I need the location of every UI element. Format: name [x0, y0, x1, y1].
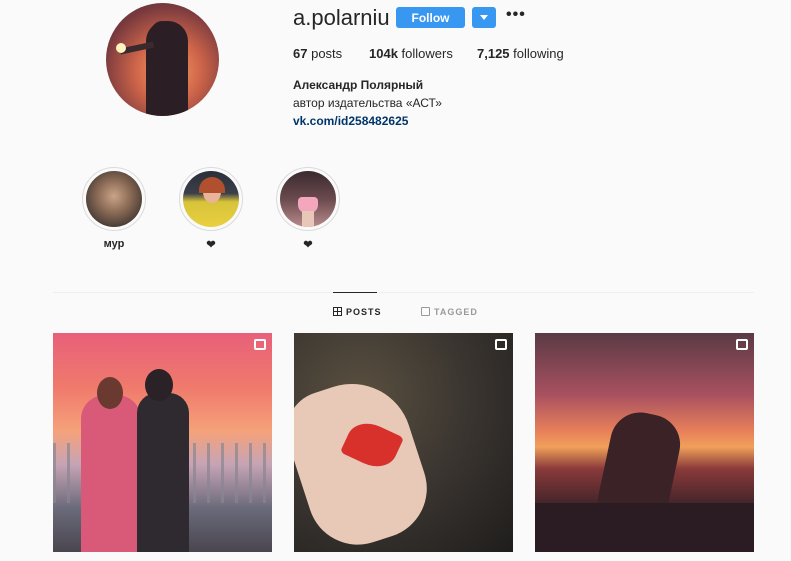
post-thumbnail[interactable]	[294, 333, 513, 552]
bio-text: автор издательства «АСТ»	[293, 96, 442, 110]
tag-icon	[421, 307, 430, 316]
highlight-cover	[280, 171, 336, 227]
highlight-cover	[86, 171, 142, 227]
active-tab-indicator	[333, 292, 377, 293]
following-label: following	[513, 46, 564, 61]
post-figure-woman	[81, 395, 141, 552]
post-figure-man	[137, 393, 189, 552]
chevron-down-icon	[480, 15, 488, 20]
posts-label: posts	[311, 46, 343, 61]
highlight-hair	[199, 177, 225, 193]
story-highlight[interactable]	[179, 167, 243, 231]
username: a.polarniu	[293, 5, 390, 30]
highlight-label: ❤	[303, 239, 313, 251]
post-figure-man-head	[145, 369, 173, 401]
video-icon	[254, 339, 266, 350]
avatar-light	[116, 43, 126, 53]
highlight-label: ❤	[206, 239, 216, 251]
highlight-cover	[183, 171, 239, 227]
suggestions-dropdown-button[interactable]	[472, 7, 496, 28]
follow-button[interactable]: Follow	[396, 7, 465, 28]
tab-posts[interactable]: POSTS	[333, 307, 382, 317]
post-thumbnail[interactable]	[535, 333, 754, 552]
tab-tagged[interactable]: TAGGED	[421, 307, 478, 317]
carousel-icon	[736, 339, 748, 350]
followers-count: 104k	[369, 46, 398, 61]
highlight-legs	[302, 211, 314, 227]
followers-stat[interactable]: 104k followers	[369, 46, 453, 61]
tab-tagged-label: TAGGED	[434, 307, 478, 317]
following-count: 7,125	[477, 46, 510, 61]
posts-stat: 67 posts	[293, 46, 342, 61]
posts-count: 67	[293, 46, 308, 61]
followers-label: followers	[401, 46, 453, 61]
profile-avatar[interactable]	[106, 3, 219, 116]
more-options-icon[interactable]: •••	[506, 7, 526, 23]
story-highlight[interactable]	[82, 167, 146, 231]
tab-posts-label: POSTS	[346, 307, 382, 317]
bio-link[interactable]: vk.com/id258482625	[293, 114, 408, 128]
full-name: Александр Полярный	[293, 78, 424, 92]
post-skyline	[535, 503, 754, 552]
tabs-divider	[53, 292, 754, 293]
carousel-icon	[495, 339, 507, 350]
post-figure-woman-head	[97, 377, 123, 409]
post-thumbnail[interactable]	[53, 333, 272, 552]
highlight-label: мур	[103, 238, 125, 250]
following-stat[interactable]: 7,125 following	[477, 46, 564, 61]
grid-icon	[333, 307, 342, 316]
story-highlight[interactable]	[276, 167, 340, 231]
